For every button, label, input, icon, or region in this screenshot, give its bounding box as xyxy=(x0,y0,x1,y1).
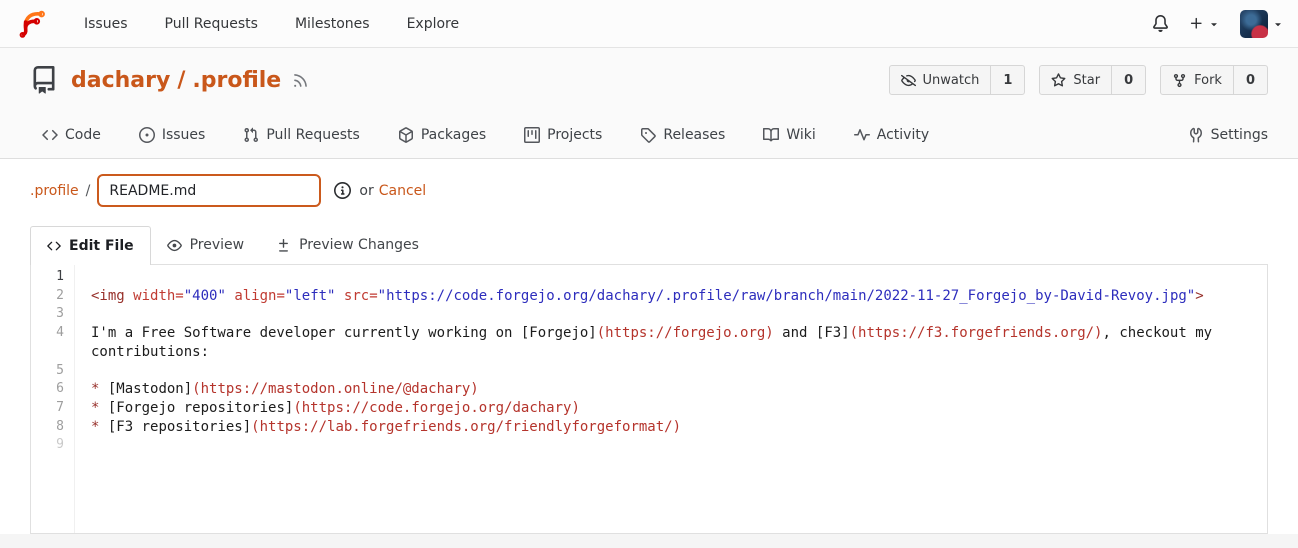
line-number: 8 xyxy=(56,418,64,434)
tab-code[interactable]: Code xyxy=(42,127,101,143)
editor-line: 4 I'm a Free Software developer currently… xyxy=(31,324,1267,361)
editor-line: 5 xyxy=(31,362,1267,381)
editor-line: 1 xyxy=(31,268,1267,287)
unwatch-label[interactable]: Unwatch xyxy=(890,66,991,94)
issue-icon xyxy=(138,127,155,143)
eye-slash-icon xyxy=(900,74,916,86)
eye-icon xyxy=(166,239,182,251)
editor-line: 6 * [Mastodon](https://mastodon.online/@d… xyxy=(31,380,1267,399)
tab-wiki[interactable]: Wiki xyxy=(763,127,816,143)
repo-tabs: Code Issues Pull Requests Packages Projects R… xyxy=(0,112,1298,158)
repo-header-zone: dachary / .profile Unwatch 1 Star 0 Fork 0 Co… xyxy=(0,48,1298,159)
code-editor[interactable]: 1 2 <img width="400" align="left" src="htt… xyxy=(30,264,1268,534)
line-content: I'm a Free Software developer currently … xyxy=(91,325,1221,360)
line-content xyxy=(75,362,1267,381)
line-content xyxy=(75,305,1267,324)
repo-title-separator: / xyxy=(177,67,186,93)
cancel-link[interactable]: Cancel xyxy=(379,183,426,199)
tools-icon xyxy=(1189,127,1202,143)
line-content xyxy=(75,268,1267,287)
or-text: or xyxy=(359,182,374,199)
star-label[interactable]: Star xyxy=(1040,66,1111,94)
line-number: 2 xyxy=(56,287,64,303)
user-menu-dropdown[interactable] xyxy=(1240,9,1284,38)
book-icon xyxy=(763,127,780,142)
navbar-item-issues[interactable]: Issues xyxy=(84,16,128,32)
tag-icon xyxy=(641,128,657,143)
rss-icon[interactable] xyxy=(292,72,309,89)
navbar-item-explore[interactable]: Explore xyxy=(407,16,460,32)
fork-icon xyxy=(1173,73,1186,87)
tab-issues[interactable]: Issues xyxy=(138,127,205,143)
tab-activity[interactable]: Activity xyxy=(853,127,929,143)
line-number: 5 xyxy=(56,362,64,378)
editor-line: 9 xyxy=(31,436,1267,455)
tab-releases[interactable]: Releases xyxy=(640,127,725,143)
line-content: <img width="400" align="left" src="https… xyxy=(91,287,1204,304)
star-button[interactable]: Star 0 xyxy=(1039,65,1147,95)
notifications-bell-icon[interactable] xyxy=(1152,15,1169,32)
repo-title: dachary / .profile xyxy=(71,68,281,93)
project-icon xyxy=(524,127,541,143)
forgejo-logo-icon[interactable] xyxy=(16,7,48,41)
chevron-down-icon xyxy=(1211,22,1217,26)
editor-tab-preview-changes[interactable]: Preview Changes xyxy=(260,226,435,264)
tab-pull-requests[interactable]: Pull Requests xyxy=(243,127,360,143)
tab-settings[interactable]: Settings xyxy=(1188,127,1268,143)
breadcrumb-dir-link[interactable]: .profile xyxy=(30,183,79,199)
line-number: 6 xyxy=(56,381,64,397)
unwatch-count[interactable]: 1 xyxy=(990,66,1024,94)
repo-owner-link[interactable]: dachary xyxy=(71,68,170,93)
editor-tabs: Edit File Preview Preview Changes xyxy=(30,226,1268,265)
create-new-dropdown[interactable] xyxy=(1189,16,1220,31)
tab-projects[interactable]: Projects xyxy=(524,127,602,143)
repository-icon xyxy=(33,66,55,94)
fork-count[interactable]: 0 xyxy=(1232,66,1267,94)
tab-packages[interactable]: Packages xyxy=(398,127,486,143)
file-path-row: .profile / or Cancel xyxy=(0,159,1298,218)
info-icon[interactable] xyxy=(334,182,352,199)
plus-icon xyxy=(1190,17,1202,29)
navbar-links: Issues Pull Requests Milestones Explore xyxy=(84,16,459,32)
code-icon xyxy=(42,129,58,141)
editor-line: 3 xyxy=(31,305,1267,324)
line-content: * [Forgejo repositories](https://code.fo… xyxy=(91,399,580,416)
star-icon xyxy=(1051,72,1066,87)
repo-name-link[interactable]: .profile xyxy=(192,68,281,93)
editor-lines: 1 2 <img width="400" align="left" src="htt… xyxy=(31,265,1267,455)
unwatch-button[interactable]: Unwatch 1 xyxy=(888,65,1026,95)
breadcrumb-separator: / xyxy=(85,182,91,199)
star-count[interactable]: 0 xyxy=(1111,66,1145,94)
repo-actions: Unwatch 1 Star 0 Fork 0 xyxy=(888,65,1268,95)
editor-tab-edit-file[interactable]: Edit File xyxy=(30,226,151,265)
user-avatar[interactable] xyxy=(1240,9,1268,38)
line-content: * [Mastodon](https://mastodon.online/@da… xyxy=(91,381,479,398)
fork-button[interactable]: Fork 0 xyxy=(1160,65,1268,95)
line-number: 7 xyxy=(56,399,64,415)
line-content: * [F3 repositories](https://lab.forgefri… xyxy=(91,418,682,435)
line-number: 9 xyxy=(56,437,64,453)
pulse-icon xyxy=(853,129,870,141)
chevron-down-icon xyxy=(1275,22,1281,26)
editor-line: 7 * [Forgejo repositories](https://code.f… xyxy=(31,399,1267,418)
filename-input[interactable] xyxy=(97,174,322,207)
repo-header: dachary / .profile Unwatch 1 Star 0 Fork 0 xyxy=(0,48,1298,112)
editor-tab-preview[interactable]: Preview xyxy=(151,226,261,264)
page-bottom-strip xyxy=(0,534,1298,548)
navbar-item-pull-requests[interactable]: Pull Requests xyxy=(165,16,258,32)
package-icon xyxy=(398,127,413,143)
navbar-right xyxy=(1152,9,1284,38)
top-navbar: Issues Pull Requests Milestones Explore xyxy=(0,0,1298,48)
line-number: 1 xyxy=(56,269,64,284)
pull-request-icon xyxy=(244,127,259,143)
line-number: 4 xyxy=(56,325,64,341)
diff-icon xyxy=(279,238,289,252)
line-number: 3 xyxy=(56,306,64,322)
code-icon xyxy=(47,241,61,251)
editor-line: 2 <img width="400" align="left" src="http… xyxy=(31,287,1267,306)
fork-label[interactable]: Fork xyxy=(1161,66,1233,94)
line-content xyxy=(75,436,1267,455)
navbar-item-milestones[interactable]: Milestones xyxy=(295,16,370,32)
editor-line: 8 * [F3 repositories](https://lab.forgefr… xyxy=(31,418,1267,437)
